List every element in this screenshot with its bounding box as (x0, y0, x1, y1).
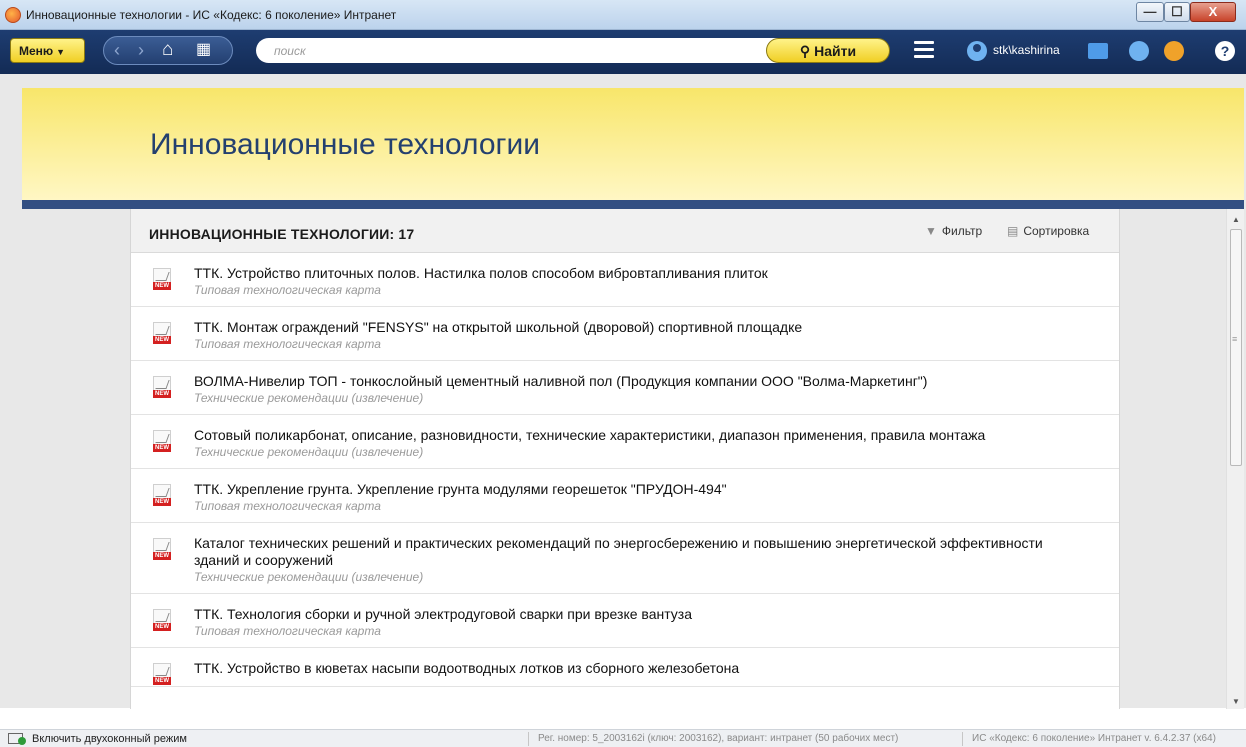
close-icon: X (1208, 4, 1218, 19)
app-logo-icon (5, 7, 21, 23)
list-item[interactable]: NEW Каталог технических решений и практи… (131, 523, 1119, 594)
document-list: NEW ТТК. Устройство плиточных полов. Нас… (131, 253, 1119, 687)
list-item[interactable]: NEW ТТК. Технология сборки и ручной элек… (131, 594, 1119, 648)
scroll-up-icon[interactable]: ▲ (1232, 215, 1240, 224)
list-item[interactable]: NEW ВОЛМА-Нивелир ТОП - тонкослойный цем… (131, 361, 1119, 415)
document-title[interactable]: ВОЛМА-Нивелир ТОП - тонкослойный цементн… (194, 373, 1081, 390)
dual-window-icon[interactable] (8, 733, 26, 745)
status-divider (962, 732, 963, 746)
new-document-icon: NEW (153, 609, 171, 631)
panel-heading: ИННОВАЦИОННЫЕ ТЕХНОЛОГИИ: 17 (149, 226, 415, 242)
apps-grid-icon[interactable]: ▦ (196, 40, 211, 60)
menu-button[interactable]: Меню ▼ (10, 38, 85, 63)
scroll-down-icon[interactable]: ▼ (1232, 697, 1240, 706)
list-item[interactable]: NEW ТТК. Устройство плиточных полов. Нас… (131, 253, 1119, 307)
menu-label: Меню (19, 44, 54, 58)
list-item[interactable]: NEW ТТК. Укрепление грунта. Укрепление г… (131, 469, 1119, 523)
maximize-icon: ☐ (1171, 4, 1183, 19)
maximize-button[interactable]: ☐ (1164, 2, 1190, 22)
banner-divider (22, 200, 1244, 209)
folder-icon[interactable] (1088, 43, 1108, 59)
document-type: Типовая технологическая карта (194, 499, 381, 513)
document-type: Технические рекомендации (извлечение) (194, 445, 424, 459)
new-document-icon: NEW (153, 322, 171, 344)
home-icon[interactable]: ⌂ (162, 40, 173, 60)
navigation-group: ‹ › ⌂ ▦ (103, 36, 233, 65)
document-type: Типовая технологическая карта (194, 624, 381, 638)
timer-icon[interactable] (1164, 41, 1184, 61)
window-title: Инновационные технологии - ИС «Кодекс: 6… (26, 8, 397, 22)
filter-icon: ▼ (925, 224, 937, 238)
document-title[interactable]: Сотовый поликарбонат, описание, разновид… (194, 427, 1081, 444)
window-titlebar: Инновационные технологии - ИС «Кодекс: 6… (0, 0, 1246, 30)
panel-header: ИННОВАЦИОННЫЕ ТЕХНОЛОГИИ: 17 ▼ Фильтр ▤ Со… (131, 209, 1119, 253)
filter-label: Фильтр (941, 224, 983, 238)
sort-button[interactable]: ▤ Сортировка (1007, 224, 1089, 238)
new-document-icon: NEW (153, 538, 171, 560)
documents-panel: ИННОВАЦИОННЫЕ ТЕХНОЛОГИИ: 17 ▼ Фильтр ▤ Со… (130, 209, 1120, 709)
hamburger-menu-icon[interactable] (914, 41, 934, 59)
vertical-scrollbar[interactable]: ▲ ▼ (1226, 209, 1244, 709)
page-title: Инновационные технологии (150, 128, 541, 161)
list-item[interactable]: NEW ТТК. Устройство в кюветах насыпи вод… (131, 648, 1119, 687)
scrollbar-thumb[interactable] (1230, 229, 1242, 466)
app-toolbar: Меню▼ ‹ › ⌂ ▦ ⚲Найти stk\kashirina ? (0, 30, 1246, 74)
minimize-button[interactable]: — (1136, 2, 1164, 22)
document-type: Технические рекомендации (извлечение) (194, 570, 424, 584)
close-button[interactable]: X (1190, 2, 1236, 22)
sort-label: Сортировка (1023, 224, 1090, 238)
forward-arrow-icon[interactable]: › (138, 40, 144, 60)
document-type: Типовая технологическая карта (194, 283, 381, 297)
sort-icon: ▤ (1007, 224, 1019, 238)
search-button-label: Найти (814, 43, 857, 59)
document-type: Технические рекомендации (извлечение) (194, 391, 424, 405)
registration-info: Рег. номер: 5_2003162i (ключ: 2003162), … (538, 733, 899, 744)
minimize-icon: — (1143, 4, 1157, 19)
new-document-icon: NEW (153, 663, 171, 685)
status-bar: Включить двухоконный режим Рег. номер: 5… (0, 729, 1246, 747)
chevron-down-icon: ▼ (56, 47, 66, 57)
status-divider (528, 732, 529, 746)
document-title[interactable]: ТТК. Технология сборки и ручной электрод… (194, 606, 1081, 623)
version-info: ИС «Кодекс: 6 поколение» Интранет v. 6.4… (972, 733, 1216, 744)
history-clock-icon[interactable] (1129, 41, 1149, 61)
new-document-icon: NEW (153, 484, 171, 506)
new-document-icon: NEW (153, 430, 171, 452)
help-icon[interactable]: ? (1215, 41, 1235, 61)
document-title[interactable]: ТТК. Укрепление грунта. Укрепление грунт… (194, 481, 1081, 498)
list-item[interactable]: NEW Сотовый поликарбонат, описание, разн… (131, 415, 1119, 469)
filter-button[interactable]: ▼ Фильтр (925, 224, 982, 238)
search-icon: ⚲ (799, 43, 811, 59)
document-title[interactable]: ТТК. Устройство плиточных полов. Настилк… (194, 265, 1081, 282)
new-document-icon: NEW (153, 376, 171, 398)
document-title[interactable]: Каталог технических решений и практическ… (194, 535, 1081, 569)
list-item[interactable]: NEW ТТК. Монтаж ограждений "FENSYS" на о… (131, 307, 1119, 361)
new-document-icon: NEW (153, 268, 171, 290)
dual-mode-toggle[interactable]: Включить двухоконный режим (32, 733, 187, 745)
search-input[interactable] (256, 38, 786, 63)
username-label: stk\kashirina (993, 43, 1060, 57)
document-title[interactable]: ТТК. Устройство в кюветах насыпи водоотв… (194, 660, 1081, 677)
back-arrow-icon[interactable]: ‹ (114, 40, 120, 60)
document-type: Типовая технологическая карта (194, 337, 381, 351)
document-title[interactable]: ТТК. Монтаж ограждений "FENSYS" на откры… (194, 319, 1081, 336)
search-button[interactable]: ⚲ Найти (766, 38, 890, 63)
user-icon (967, 41, 987, 61)
